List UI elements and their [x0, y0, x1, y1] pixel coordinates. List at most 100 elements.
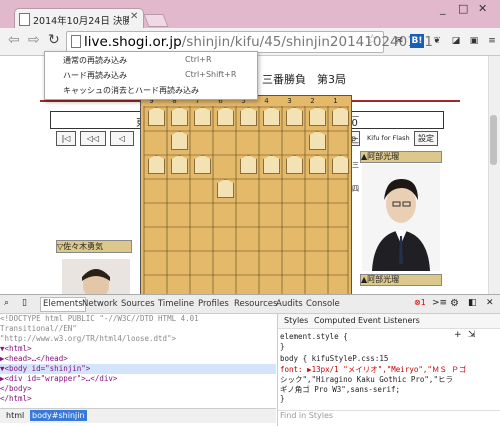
dom-node-selected[interactable]: ▼<body id="shinjin"> — [0, 364, 276, 374]
url-text: live.shogi.or.jp/shinjin/kifu/45/shinjin… — [84, 34, 433, 50]
tab-resources[interactable]: Resources — [234, 299, 277, 309]
page-scroll-thumb[interactable] — [490, 115, 497, 165]
forward-icon[interactable]: ⇨ — [28, 32, 40, 48]
back-icon[interactable]: ⇦ — [8, 32, 20, 48]
player-photo-image — [372, 178, 430, 271]
player-left-photo — [62, 259, 130, 295]
back-10-button[interactable]: ◁◁ — [80, 131, 106, 146]
menu-item-label: キャッシュの消去とハード再読み込み — [63, 86, 199, 95]
player-right-name-lower: ▲阿部光瑠 — [360, 274, 442, 286]
menu-item-normal-reload[interactable]: 通常の再読み込み Ctrl+R — [45, 53, 257, 67]
add-rule-icon[interactable]: + — [454, 330, 462, 340]
address-bar[interactable]: live.shogi.or.jp/shinjin/kifu/45/shinjin… — [66, 31, 433, 53]
file-label: 4 — [264, 97, 269, 105]
new-tab-button[interactable] — [143, 14, 169, 27]
style-line: body { kifuStyleP.css:15 — [280, 354, 389, 363]
player-photo-image — [82, 269, 110, 295]
rank-label: 四 — [352, 185, 359, 193]
dom-node[interactable]: ▶<div id="wrapper">…</div> — [0, 374, 117, 384]
tab-styles[interactable]: Styles — [284, 316, 308, 325]
menu-icon[interactable]: ≡ — [485, 34, 499, 48]
dock-icon[interactable]: ◧ — [468, 298, 477, 308]
page-scrollbar[interactable] — [488, 56, 500, 294]
console-drawer-icon[interactable]: >≡ — [432, 298, 447, 308]
menu-item-label: 通常の再読み込み — [63, 56, 127, 65]
file-label: 2 — [310, 97, 315, 105]
menu-item-clear-cache-reload[interactable]: キャッシュの消去とハード再読み込み — [45, 83, 257, 97]
inspect-icon[interactable]: ⌕ — [4, 298, 9, 308]
hatena-bookmark-icon[interactable]: B! — [410, 34, 424, 48]
settings-button[interactable]: 設定 — [414, 131, 438, 146]
file-label: 1 — [333, 97, 338, 105]
minimize-button[interactable]: _ — [440, 2, 446, 15]
rank-label: 三 — [352, 161, 359, 169]
dom-node[interactable]: Transitional//EN" — [0, 324, 77, 334]
style-line: element.style { — [280, 332, 348, 341]
evernote-icon[interactable]: ❦ — [430, 34, 444, 48]
rank-label: 一 — [352, 113, 359, 121]
breadcrumb-body[interactable]: body#shinjin — [30, 410, 87, 421]
extension-icon[interactable]: ▣ — [467, 34, 481, 48]
file-label: 3 — [287, 97, 292, 105]
tab-profiles[interactable]: Profiles — [198, 299, 229, 309]
close-tab-icon[interactable]: ✕ — [130, 11, 138, 22]
page-icon — [19, 13, 30, 26]
tab-timeline[interactable]: Timeline — [158, 299, 194, 309]
error-count-badge[interactable]: ⊗1 — [414, 298, 426, 307]
devtools-panel: ⌕ ▯ Elements Network Sources Timeline Pr… — [0, 294, 500, 426]
mail-icon[interactable]: ✉ — [392, 34, 406, 48]
dom-tree: <!DOCTYPE html PUBLIC "-//W3C//DTD HTML … — [0, 314, 276, 408]
dom-node[interactable]: ▶<head>…</head> — [0, 354, 68, 364]
close-window-button[interactable]: ✕ — [478, 2, 487, 15]
bookmark-star-icon[interactable]: ☆ — [366, 32, 379, 48]
pocket-icon[interactable]: ◪ — [449, 34, 463, 48]
page-heading: 三番勝負 第3局 — [262, 73, 346, 86]
dom-node[interactable]: "http://www.w3.org/TR/html4/loose.dtd"> — [0, 334, 176, 344]
style-line: ギノ角ゴ Pro W3",sans-serif; — [280, 385, 401, 394]
styles-pane: Styles Computed Event Listeners + ⇲ elem… — [277, 314, 500, 426]
styles-tabbar: Styles Computed Event Listeners — [278, 314, 500, 329]
find-in-styles-input[interactable]: Find in Styles — [278, 410, 500, 425]
player-right-name: ▲阿部光瑠 — [360, 151, 442, 163]
dom-node[interactable]: </body> — [0, 384, 32, 394]
menu-item-shortcut: Ctrl+R — [185, 55, 212, 64]
tab-sources[interactable]: Sources — [121, 299, 155, 309]
style-line: } — [280, 394, 285, 403]
url-host: live.shogi.or.jp — [84, 34, 182, 50]
tab-strip: 2014年10月24日 決勝三 ✕ _ □ ✕ — [0, 0, 500, 29]
tab-elements[interactable]: Elements — [40, 297, 86, 312]
devtools-tabbar: ⌕ ▯ Elements Network Sources Timeline Pr… — [0, 295, 500, 314]
player-right-photo — [362, 164, 440, 271]
dom-node[interactable]: </html> — [0, 394, 32, 404]
tab-network[interactable]: Network — [82, 299, 118, 309]
maximize-button[interactable]: □ — [458, 2, 468, 15]
back-1-button[interactable]: ◁ — [110, 131, 134, 146]
menu-item-hard-reload[interactable]: ハード再読み込み Ctrl+Shift+R — [45, 68, 257, 82]
breadcrumb-html[interactable]: html — [4, 410, 26, 421]
tab-console[interactable]: Console — [306, 299, 340, 309]
settings-gear-icon[interactable]: ⚙ — [450, 298, 459, 309]
breadcrumb: html body#shinjin — [0, 408, 276, 423]
player-left-name: ▽佐々木勇気 — [56, 240, 132, 253]
first-move-button[interactable]: |◁ — [56, 131, 76, 146]
tab-audits[interactable]: Audits — [276, 299, 303, 309]
close-devtools-icon[interactable]: ✕ — [486, 298, 494, 308]
dom-node[interactable]: <!DOCTYPE html PUBLIC "-//W3C//DTD HTML … — [0, 314, 199, 324]
tab-event-listeners[interactable]: Event Listeners — [358, 316, 420, 325]
dom-node[interactable]: ▼<html> — [0, 344, 32, 354]
toggle-state-icon[interactable]: ⇲ — [468, 330, 476, 340]
style-line: } — [280, 342, 285, 351]
error-count: 1 — [420, 298, 426, 307]
menu-item-label: ハード再読み込み — [63, 71, 127, 80]
browser-tab[interactable]: 2014年10月24日 決勝三 ✕ — [14, 8, 144, 29]
menu-item-shortcut: Ctrl+Shift+R — [185, 70, 237, 79]
page-info-icon[interactable] — [71, 35, 81, 48]
find-in-styles-placeholder: Find in Styles — [280, 411, 334, 420]
tab-computed[interactable]: Computed — [314, 316, 356, 325]
kifu-for-flash-label: Kifu for Flash — [367, 134, 410, 142]
reload-icon[interactable]: ↻ — [48, 32, 60, 48]
reload-menu: 通常の再読み込み Ctrl+R ハード再読み込み Ctrl+Shift+R キャ… — [44, 51, 258, 100]
rank-label: 二 — [352, 137, 359, 145]
tab-title: 2014年10月24日 決勝三 — [33, 16, 129, 27]
device-mode-icon[interactable]: ▯ — [22, 298, 27, 308]
